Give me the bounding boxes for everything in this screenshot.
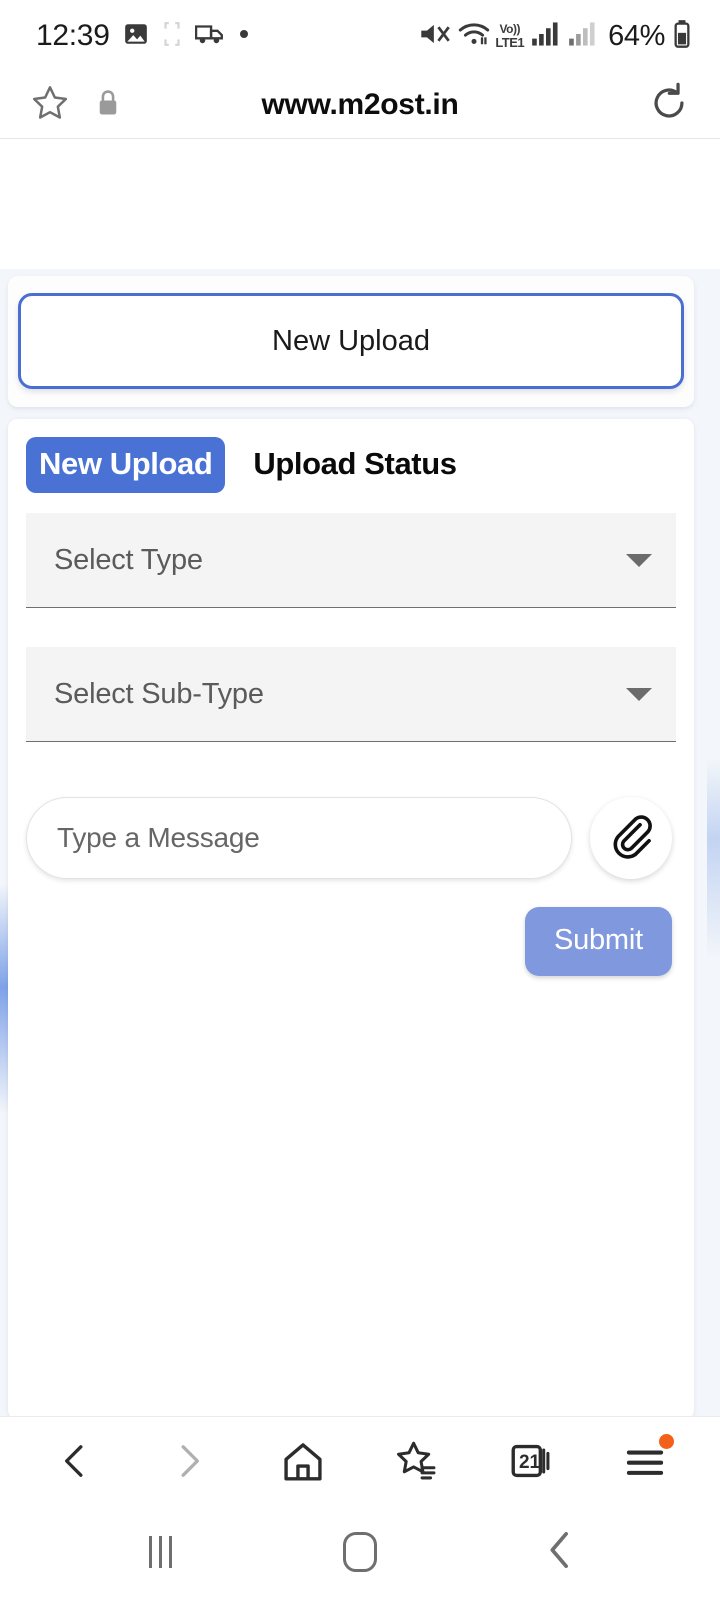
browser-back-button[interactable] — [27, 1417, 123, 1505]
volte-icon: Vo)) LTE1 — [495, 23, 524, 49]
browser-menu-button[interactable] — [597, 1417, 693, 1505]
volte-bottom-label: LTE1 — [495, 35, 525, 50]
chevron-down-icon — [626, 687, 652, 701]
header-card: New Upload — [8, 276, 694, 407]
submit-button[interactable]: Submit — [524, 907, 672, 976]
status-bar-clock: 12:39 — [36, 19, 110, 52]
message-input-placeholder: Type a Message — [57, 822, 260, 853]
image-icon — [123, 21, 149, 52]
recents-icon — [148, 1536, 172, 1568]
signal-icon-2 — [568, 21, 598, 52]
brackets-icon — [162, 21, 182, 52]
page-content: New Upload New Upload Upload Status Sele… — [0, 269, 702, 1416]
browser-tabs-button[interactable]: 21 — [483, 1417, 579, 1505]
bookmark-star-icon[interactable] — [30, 83, 70, 128]
new-upload-banner[interactable]: New Upload — [18, 293, 684, 389]
menu-notification-badge — [659, 1433, 674, 1449]
wifi-icon — [458, 20, 490, 53]
message-input[interactable]: Type a Message — [26, 797, 572, 879]
lock-icon — [96, 89, 120, 122]
paperclip-icon — [608, 813, 654, 864]
select-type-label: Select Type — [54, 543, 203, 576]
browser-url-bar[interactable]: www.m2ost.in — [0, 72, 720, 139]
browser-home-button[interactable] — [255, 1417, 351, 1505]
mute-icon — [419, 20, 451, 53]
tab-upload-status-label: Upload Status — [253, 446, 457, 481]
signal-icon-1 — [531, 21, 561, 52]
phone-screen: 12:39 Vo)) LTE1 64% www.m2ost.in New Upl… — [0, 0, 720, 1600]
android-navigation-bar — [0, 1504, 720, 1600]
dot-icon — [238, 27, 250, 45]
nav-back-button[interactable] — [505, 1504, 615, 1600]
tab-bar: New Upload Upload Status — [26, 437, 676, 513]
browser-bottom-toolbar: 21 — [0, 1416, 720, 1504]
browser-forward-button[interactable] — [141, 1417, 237, 1505]
battery-percent-label: 64% — [608, 19, 665, 52]
upload-form-card: New Upload Upload Status Select Type Sel… — [8, 419, 694, 1416]
select-subtype-label: Select Sub-Type — [54, 677, 264, 710]
nav-home-button[interactable] — [305, 1504, 415, 1600]
new-upload-banner-label: New Upload — [272, 324, 430, 357]
web-viewport: New Upload New Upload Upload Status Sele… — [0, 139, 720, 1416]
tab-new-upload-label: New Upload — [39, 446, 213, 481]
nav-recents-button[interactable] — [105, 1504, 215, 1600]
status-bar-left: 12:39 — [36, 19, 250, 53]
browser-tabs-count: 21 — [518, 1451, 541, 1473]
back-icon — [543, 1530, 577, 1575]
status-bar-right: Vo)) LTE1 64% — [419, 19, 692, 54]
tab-new-upload[interactable]: New Upload — [26, 437, 226, 493]
battery-icon — [672, 19, 692, 54]
reload-icon[interactable] — [648, 82, 690, 129]
volte-top-label: Vo)) — [499, 22, 521, 36]
browser-bookmarks-button[interactable] — [369, 1417, 465, 1505]
home-icon — [343, 1532, 377, 1572]
submit-row: Submit — [26, 907, 676, 976]
select-type-dropdown[interactable]: Select Type — [26, 513, 676, 608]
select-subtype-dropdown[interactable]: Select Sub-Type — [26, 647, 676, 742]
delivery-truck-icon — [194, 21, 225, 52]
tab-upload-status[interactable]: Upload Status — [235, 437, 466, 493]
android-status-bar: 12:39 Vo)) LTE1 64% — [0, 0, 720, 72]
attach-file-button[interactable] — [590, 797, 672, 879]
message-row: Type a Message — [26, 797, 676, 879]
scrollbar-indicator[interactable] — [707, 759, 720, 959]
chevron-down-icon — [626, 553, 652, 567]
